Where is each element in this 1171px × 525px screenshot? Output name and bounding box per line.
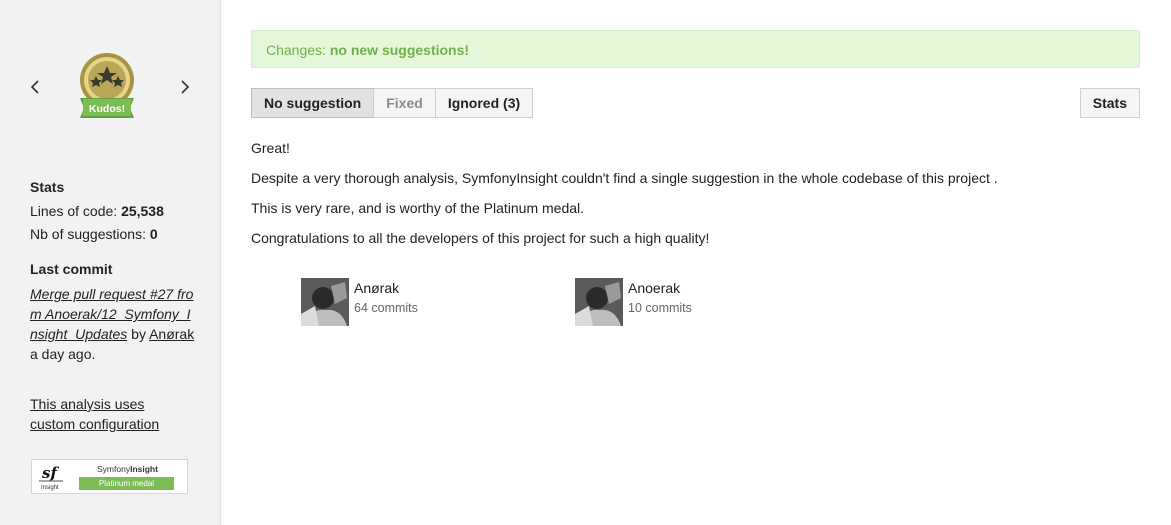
suggestion-tabs: No suggestion Fixed Ignored (3): [251, 88, 534, 118]
tab-fixed[interactable]: Fixed: [373, 88, 436, 118]
badge-logo-text: sf: [42, 464, 59, 482]
suggestions-label: Nb of suggestions:: [30, 226, 150, 242]
suggestions-value: 0: [149, 226, 158, 242]
contributor-name: Anoerak: [628, 280, 681, 296]
symfony-logo-icon: sf Insight: [39, 464, 63, 491]
chevron-right-icon[interactable]: [176, 78, 194, 96]
badge-medal-label: Platinum medal: [79, 477, 174, 490]
message-line: Great!: [251, 140, 290, 156]
commit-author-link[interactable]: Anørak: [149, 326, 194, 342]
chevron-left-icon[interactable]: [26, 78, 44, 96]
commit-time: a day ago.: [30, 346, 96, 362]
contributor-name: Anørak: [354, 280, 400, 296]
last-commit: Merge pull request #27 from Anoerak/12_S…: [30, 284, 195, 364]
badge-logo-sub: Insight: [41, 485, 59, 491]
sidebar: Kudos! Stats Lines of code: 25,538 Nb of…: [0, 0, 221, 525]
tab-ignored[interactable]: Ignored (3): [434, 88, 534, 118]
kudos-medal-icon: Kudos!: [80, 53, 134, 118]
changes-label: Changes:: [266, 42, 330, 58]
custom-config-link[interactable]: This analysis uses custom configuration: [30, 394, 190, 434]
badge-brand-prefix: Symfony: [97, 464, 131, 474]
commit-by: by: [127, 326, 150, 342]
contributor-commits: 10 commits: [628, 301, 692, 315]
analysis-message: Great! Despite a very thorough analysis,…: [251, 140, 1140, 260]
medal-label: Kudos!: [89, 103, 125, 115]
stats-title: Stats: [30, 179, 65, 195]
lines-of-code-value: 25,538: [121, 203, 164, 219]
lines-of-code: Lines of code: 25,538: [30, 203, 164, 219]
contributor-commits: 64 commits: [354, 301, 418, 315]
main-content: Changes: no new suggestions! No suggesti…: [251, 30, 1140, 326]
stats-button[interactable]: Stats: [1079, 88, 1140, 118]
lines-of-code-label: Lines of code:: [30, 203, 122, 219]
message-line: Congratulations to all the developers of…: [251, 230, 710, 246]
changes-value: no new suggestions!: [329, 42, 470, 58]
tab-no-suggestion[interactable]: No suggestion: [251, 88, 375, 118]
avatar: [301, 278, 349, 326]
medal-carousel: Kudos!: [26, 52, 196, 132]
changes-banner: Changes: no new suggestions!: [251, 30, 1140, 68]
badge-brand: SymfonyInsight: [97, 464, 158, 474]
last-commit-title: Last commit: [30, 261, 113, 277]
platinum-badge[interactable]: sf Insight SymfonyInsight Platinum medal: [31, 459, 188, 494]
message-line: Despite a very thorough analysis, Symfon…: [251, 170, 998, 186]
badge-brand-suffix: Insight: [130, 464, 158, 474]
message-line: This is very rare, and is worthy of the …: [251, 200, 585, 216]
avatar: [575, 278, 623, 326]
contributors-list: Anørak 64 commits Anoerak 10 commits: [301, 278, 901, 328]
suggestions-count: Nb of suggestions: 0: [30, 226, 158, 242]
